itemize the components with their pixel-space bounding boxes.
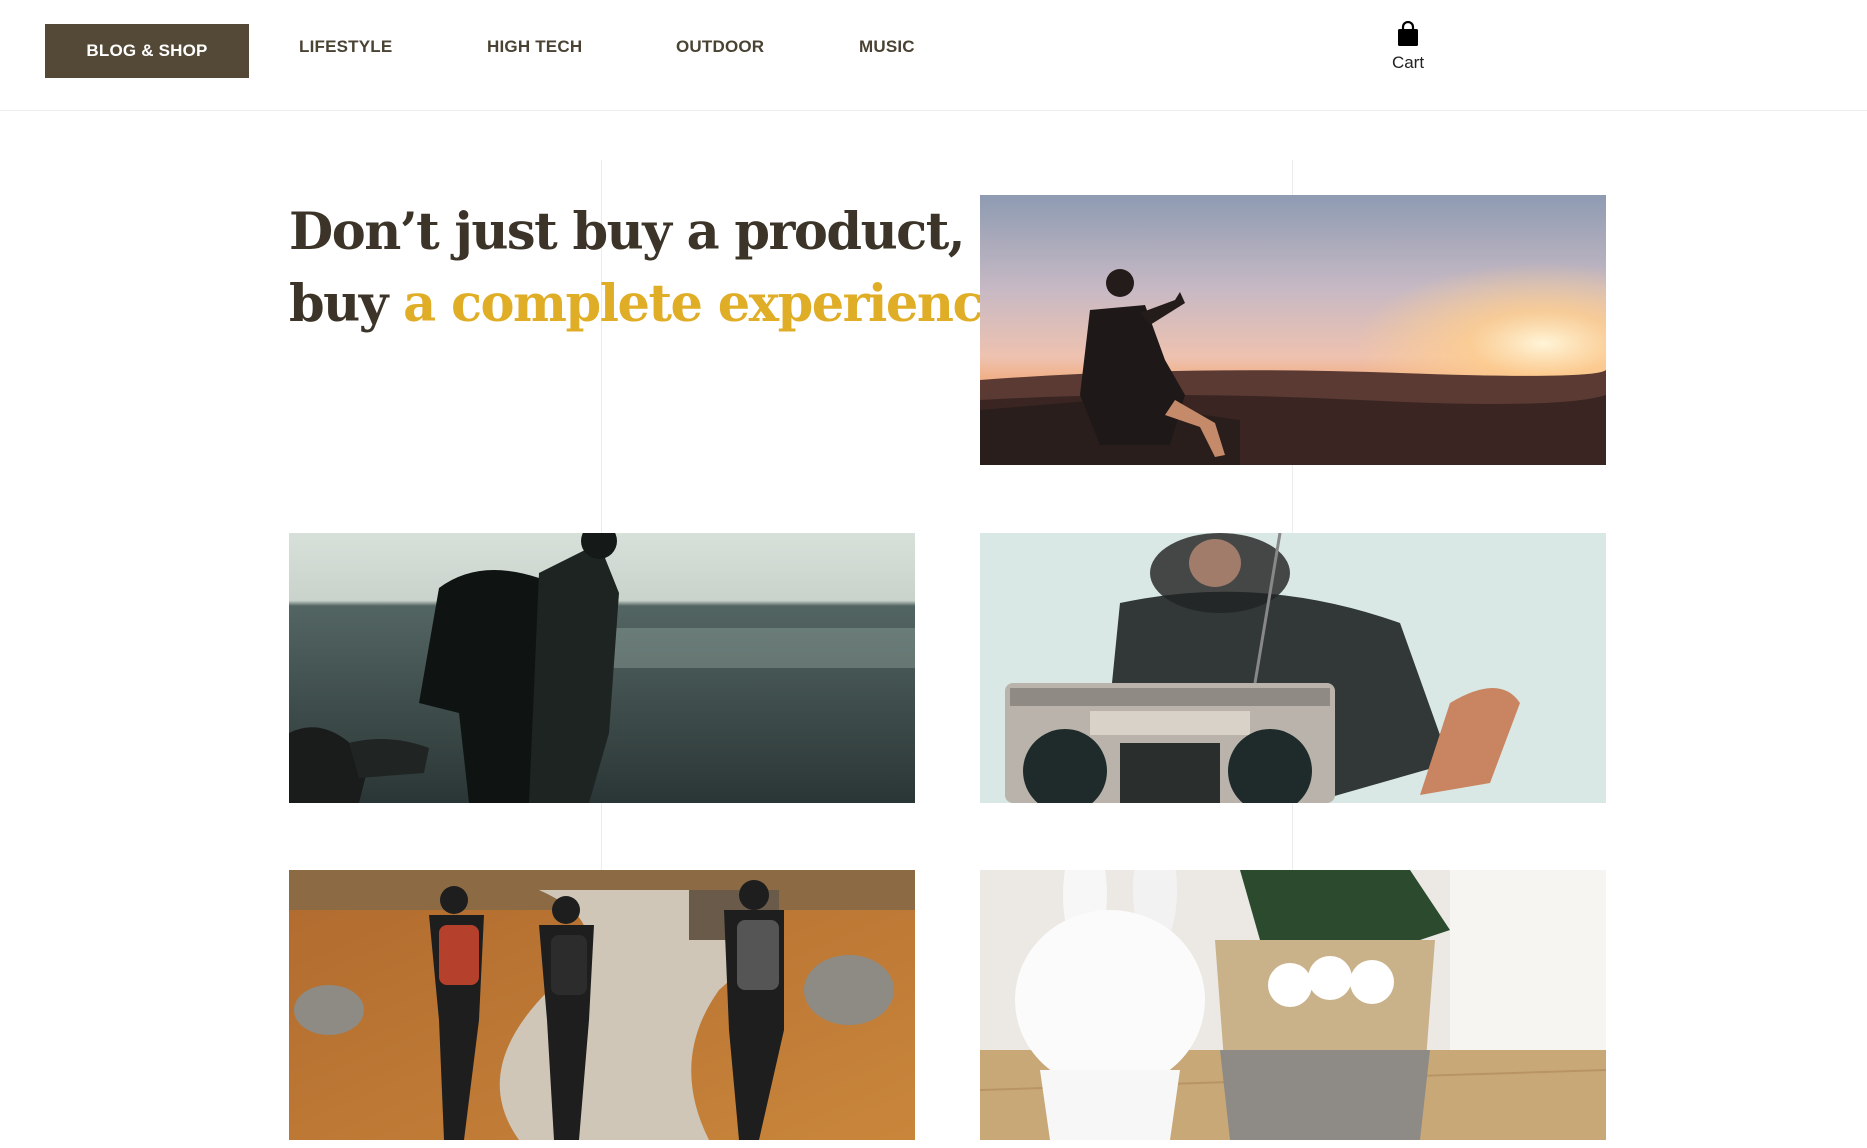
- hero-line2-plain: buy: [289, 274, 404, 334]
- hero-headline: Don’t just buy a product, buy a complete…: [289, 196, 1035, 340]
- nav-item-music[interactable]: MUSIC: [859, 37, 915, 57]
- nav-item-lifestyle[interactable]: LIFESTYLE: [299, 37, 392, 57]
- brand-logo-button[interactable]: BLOG & SHOP: [45, 24, 249, 78]
- cart-button[interactable]: Cart: [1380, 21, 1436, 73]
- nav-item-outdoor[interactable]: OUTDOOR: [676, 37, 764, 57]
- gallery-image-hiker-by-sea[interactable]: [289, 533, 915, 803]
- nav-item-high-tech[interactable]: HIGH TECH: [487, 37, 582, 57]
- cart-label: Cart: [1391, 53, 1425, 72]
- top-navigation-bar: BLOG & SHOP LIFESTYLE HIGH TECH OUTDOOR …: [0, 0, 1867, 111]
- hero-line1-plain: Don’t just buy: [289, 202, 687, 262]
- hero-line2-accent: a complete experience!: [403, 274, 1035, 334]
- gallery-image-hikers-on-trail[interactable]: [289, 870, 915, 1140]
- gallery-image-rabbit-lamp-basket[interactable]: [980, 870, 1606, 1140]
- shopping-bag-icon: [1380, 21, 1436, 47]
- gallery-image-boombox-relaxing[interactable]: [980, 533, 1606, 803]
- hero-line1-strong: a product,: [686, 202, 966, 262]
- gallery-image-sunset-photographer[interactable]: [980, 195, 1606, 465]
